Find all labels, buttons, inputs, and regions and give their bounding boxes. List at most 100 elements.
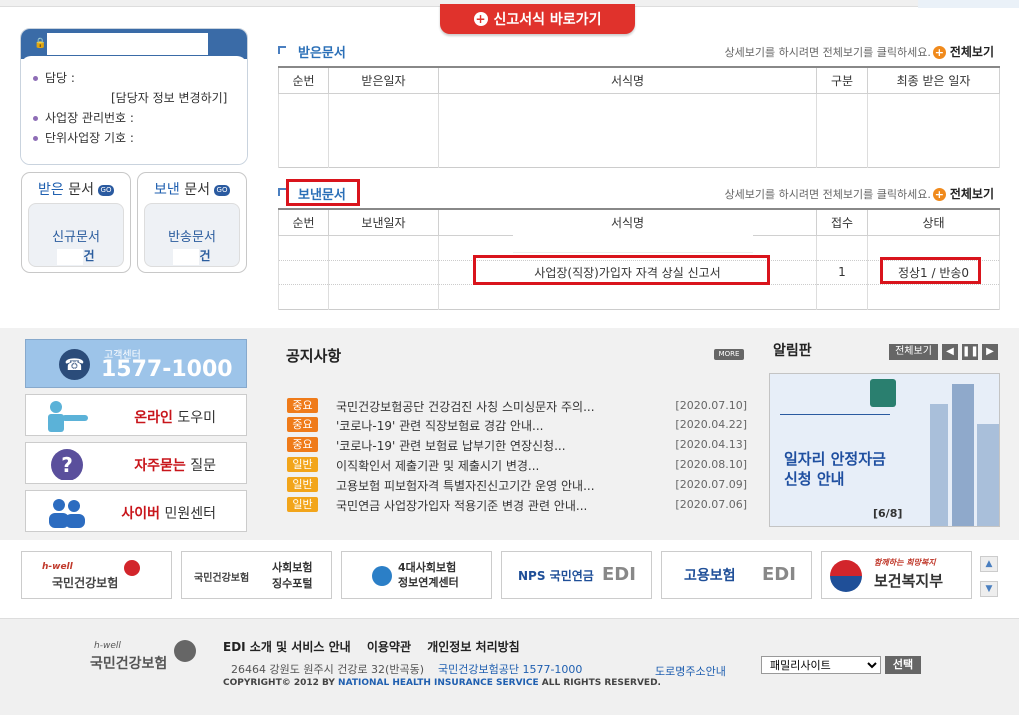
cyber-center-button[interactable]: 사이버 민원센터	[25, 490, 247, 532]
notice-item[interactable]: 중요 국민건강보험공단 건강검진 사칭 스미싱문자 주의... [2020.07.1…	[287, 397, 747, 415]
logo-emp-a: 고용보험	[684, 568, 736, 584]
notice-more-button[interactable]: MORE	[714, 349, 744, 360]
footer-logo: h-well 국민건강보험	[90, 636, 220, 686]
form-shortcut-label: 신고서식 바로가기	[493, 12, 602, 28]
received-section-title: 받은문서	[298, 46, 346, 61]
logo-mohw[interactable]: 함께하는 희망복지 보건복지부	[821, 551, 972, 599]
sent-view-all[interactable]: 전체보기	[950, 187, 994, 201]
notice-item[interactable]: 일반 국민연금 사업장가입자 적용기준 변경 관련 안내... [2020.07.0…	[287, 496, 747, 514]
pointing-person-icon	[48, 401, 88, 432]
notice-title: 공지사항	[286, 347, 342, 365]
notice-item[interactable]: 일반 이직확인서 제출기관 및 제출시기 변경... [2020.08.10]	[287, 456, 747, 474]
logo-nhis[interactable]: h-well 국민건강보험	[21, 551, 172, 599]
logo-nps-edi[interactable]: NPS 국민연금 EDI	[501, 551, 652, 599]
logo-portal-a: 국민건강보험	[194, 573, 250, 584]
alarm-view-all-button[interactable]: 전체보기	[889, 344, 938, 360]
sent-hint: 상세보기를 하시려면 전체보기를 클릭하세요.	[724, 188, 931, 201]
logo-mohw-b: 보건복지부	[874, 572, 944, 590]
section-bullet-icon	[278, 46, 286, 54]
call-center-banner[interactable]: ☎ 고객센터 1577-1000	[25, 339, 247, 388]
new-docs-button[interactable]: 신규문서 건	[28, 203, 124, 267]
banner-line	[780, 414, 890, 415]
logo-4insurance[interactable]: 4대사회보험 정보연계센터	[341, 551, 492, 599]
notice-text[interactable]: 국민연금 사업장가입자 적용기준 변경 관련 안내...	[336, 497, 587, 514]
faq-rest: 질문	[185, 458, 216, 474]
received-view-all[interactable]: 전체보기	[950, 45, 994, 59]
change-manager-link[interactable]: [담당자 정보 변경하기]	[31, 88, 237, 108]
logo-4ins-a: 4대사회보험	[398, 561, 457, 574]
top-right-box	[918, 0, 1019, 8]
notice-text[interactable]: 국민건강보험공단 건강검진 사칭 스미싱문자 주의...	[336, 398, 595, 415]
sent-go-button[interactable]: GO	[213, 184, 230, 196]
online-helper-button[interactable]: 온라인 도우미	[25, 394, 247, 436]
building-shape	[952, 384, 974, 526]
next-icon[interactable]: ▶	[982, 344, 998, 360]
tag-general: 일반	[287, 457, 318, 472]
plus-icon: +	[473, 12, 488, 26]
family-site-button[interactable]: 선택	[885, 656, 921, 674]
notice-text[interactable]: '코로나-19' 관련 직장보험료 경감 안내...	[336, 417, 543, 434]
logo-emp-b: EDI	[762, 564, 796, 585]
received-docs-box: 받은 문서 GO 신규문서 건	[21, 172, 131, 273]
table-cell	[816, 93, 868, 167]
notice-text[interactable]: 이직확인서 제출기관 및 제출시기 변경...	[336, 457, 539, 474]
notice-date: [2020.04.22]	[675, 418, 747, 431]
logo-collection-portal[interactable]: 국민건강보험 사회보험 징수포털	[181, 551, 332, 599]
returned-docs-button[interactable]: 반송문서 건	[144, 203, 240, 267]
status-highlight	[880, 257, 981, 284]
table-cell	[867, 93, 1000, 167]
table-cell	[867, 284, 1000, 309]
notice-item[interactable]: 중요 '코로나-19' 관련 보험료 납부기한 연장신청... [2020.04.1…	[287, 436, 747, 454]
table-cell	[328, 93, 439, 167]
building-shape	[930, 404, 948, 526]
banner-line1: 일자리 안정자금	[784, 450, 886, 468]
form-shortcut-button[interactable]: + 신고서식 바로가기	[440, 4, 635, 34]
col-header: 순번	[278, 66, 329, 94]
faq-button[interactable]: ? 자주묻는 질문	[25, 442, 247, 484]
prev-icon[interactable]: ◀	[942, 344, 958, 360]
sent-box-title-a: 보낸	[154, 182, 180, 198]
tag-general: 일반	[287, 477, 318, 492]
plus-icon: +	[932, 46, 946, 59]
scroll-down-icon[interactable]: ▼	[980, 581, 998, 597]
call-center-number: 1577-1000	[101, 357, 233, 382]
cyber-rest: 민원센터	[160, 506, 216, 522]
notice-text[interactable]: 고용보험 피보험자격 특별자진신고기간 운영 안내...	[336, 477, 595, 494]
col-header: 보낸일자	[328, 208, 439, 236]
notice-date: [2020.07.10]	[675, 399, 747, 412]
received-section-header: 받은문서 상세보기를 하시려면 전체보기를 클릭하세요. + 전체보기	[278, 41, 1000, 61]
logo-employment-edi[interactable]: 고용보험 EDI	[661, 551, 812, 599]
family-site-select[interactable]: 패밀리사이트	[761, 656, 881, 674]
col-header: 서식명	[438, 208, 817, 236]
notice-item[interactable]: 일반 고용보험 피보험자격 특별자진신고기간 운영 안내... [2020.07.0…	[287, 476, 747, 494]
scroll-up-icon[interactable]: ▲	[980, 556, 998, 572]
road-address-link[interactable]: 도로명주소안내	[655, 663, 726, 679]
faq-red: 자주묻는	[134, 458, 186, 474]
alarm-banner[interactable]: 일자리 안정자금 신청 안내 [6/8]	[769, 373, 1000, 527]
table-cell	[328, 260, 439, 284]
form-name-highlight	[473, 255, 770, 285]
logo-nps-a: NPS 국민연금	[518, 569, 594, 583]
footer-link-terms[interactable]: 이용약관	[367, 640, 411, 654]
footer-link-privacy[interactable]: 개인정보 처리방침	[427, 640, 520, 654]
tag-important: 중요	[287, 417, 318, 432]
new-docs-count	[57, 248, 84, 265]
col-header: 접수	[816, 208, 868, 236]
logo-nhis-a: h-well	[42, 562, 73, 572]
banner-page: [6/8]	[873, 507, 903, 520]
received-go-button[interactable]: GO	[97, 184, 114, 196]
svg-text:?: ?	[61, 453, 73, 477]
unit-no-label: 단위사업장 기호 :	[31, 128, 237, 148]
table-cell	[816, 284, 868, 309]
notice-text[interactable]: '코로나-19' 관련 보험료 납부기한 연장신청...	[336, 437, 566, 454]
footer-link-edi[interactable]: EDI 소개 및 서비스 안내	[223, 640, 351, 654]
received-hint: 상세보기를 하시려면 전체보기를 클릭하세요.	[724, 46, 931, 59]
logo-nps-b: EDI	[602, 564, 636, 585]
table-cell	[438, 93, 817, 167]
address-text: 26464 강원도 원주시 건강로 32(반곡동)	[231, 663, 424, 676]
pause-icon[interactable]: ❚❚	[962, 344, 979, 360]
notice-item[interactable]: 중요 '코로나-19' 관련 직장보험료 경감 안내... [2020.04.22]	[287, 416, 747, 434]
table-cell	[328, 284, 439, 309]
heart-icon	[124, 560, 140, 576]
footer-logo-big: 국민건강보험	[90, 656, 168, 672]
